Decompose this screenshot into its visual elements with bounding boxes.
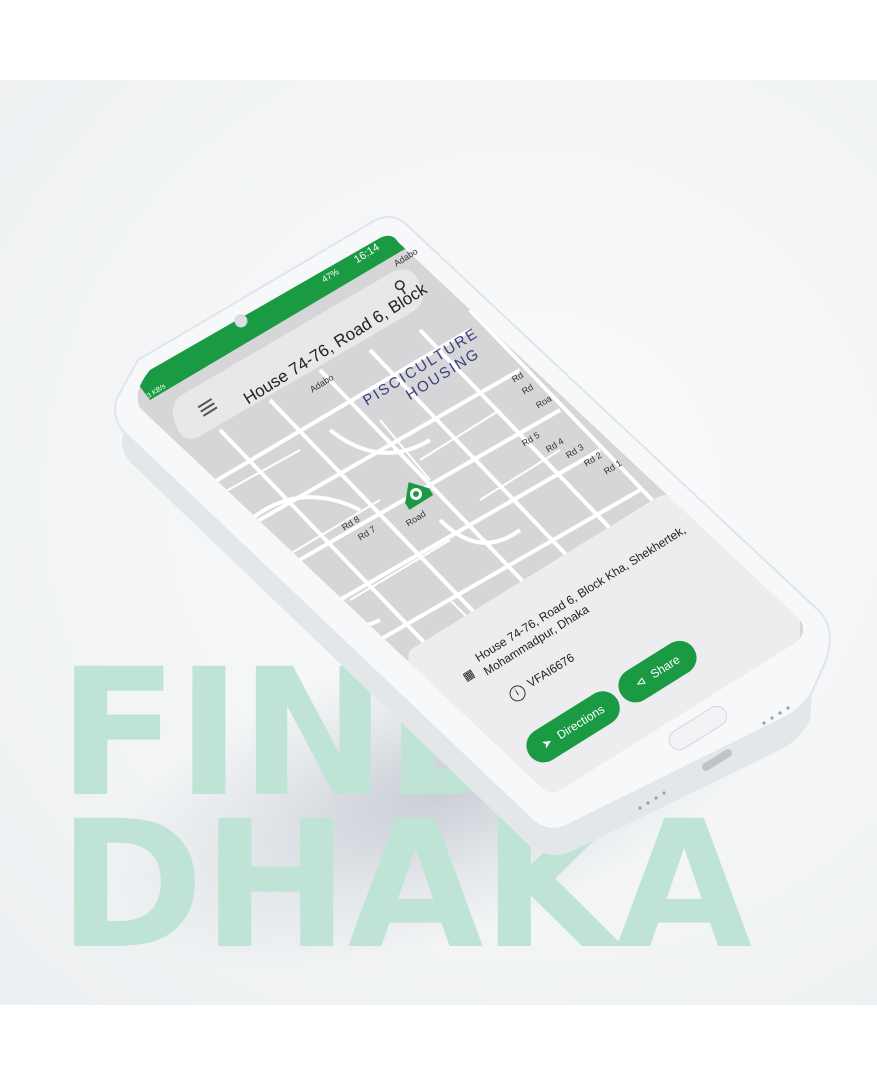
- map-background: [137, 235, 804, 793]
- phone-mockup: [0, 0, 877, 1078]
- directions-icon: ➤: [539, 734, 556, 752]
- share-label: Share: [647, 652, 683, 682]
- share-icon: ⊲: [632, 673, 649, 691]
